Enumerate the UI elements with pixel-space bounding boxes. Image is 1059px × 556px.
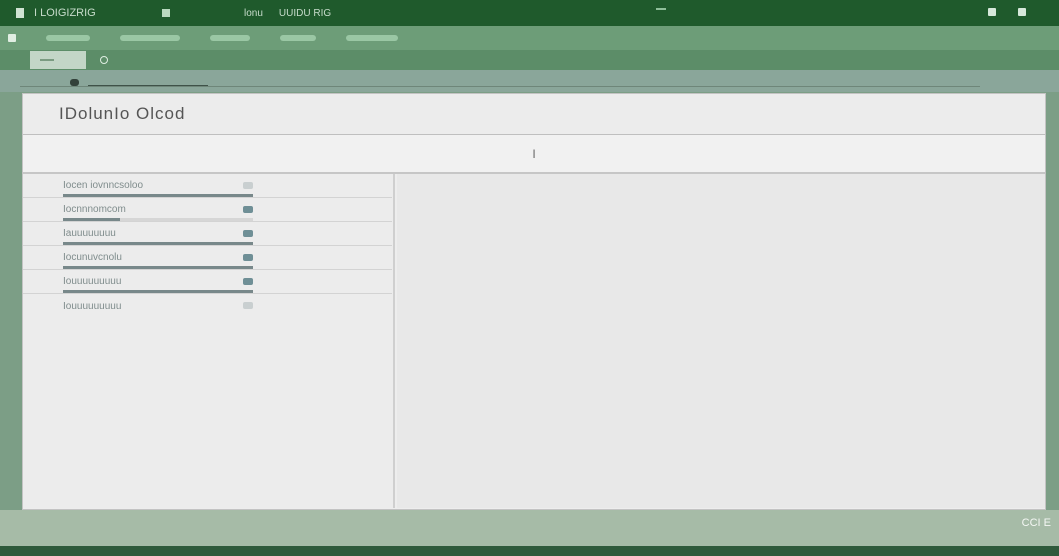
separator-icon	[656, 8, 666, 10]
list-item-label: Iauuuuuuuu	[63, 228, 116, 239]
sub-header-text: I	[532, 146, 536, 161]
toolbar-button[interactable]	[120, 35, 180, 41]
app-menu-icon[interactable]	[162, 9, 170, 17]
menu-item[interactable]: UUIDU RIG	[279, 8, 331, 19]
status-bar: CCI E	[0, 510, 1059, 546]
list-item-label: Iocen iovnncsoloo	[63, 180, 144, 191]
progress-bar	[63, 290, 253, 293]
divider	[20, 86, 980, 87]
app-name: I LOIGIZRIG	[34, 7, 96, 19]
status-icon	[243, 230, 253, 237]
app-icon	[16, 8, 24, 18]
status-icon	[243, 254, 253, 261]
progress-fill	[63, 266, 253, 269]
progress-bar	[63, 266, 253, 269]
tab-strip	[0, 50, 1059, 70]
title-bar: I LOIGIZRIG lonu UUIDU RIG	[0, 0, 1059, 26]
toolbar-button[interactable]	[210, 35, 250, 41]
list-item[interactable]: Iocunuvcnolu	[23, 246, 392, 270]
list-item[interactable]: Iocnnnomcom	[23, 198, 392, 222]
window-body: Iocen iovnncsoloo Iocnnnomcom Iauuuuuuuu Io…	[23, 174, 1045, 508]
taskbar	[0, 546, 1059, 556]
status-text: CCI E	[1021, 517, 1051, 529]
breadcrumb-path	[88, 85, 208, 86]
list-item-label: Iouuuuuuuuu	[63, 276, 122, 287]
menu-item[interactable]: lonu	[244, 8, 263, 19]
toolbar-button[interactable]	[346, 35, 398, 41]
list-item-label: Iocunuvcnolu	[63, 252, 122, 263]
list-item[interactable]: Iauuuuuuuu	[23, 222, 392, 246]
progress-bar	[63, 194, 253, 197]
window-header: IDolunIo Olcod	[23, 94, 1045, 135]
toolbar-button[interactable]	[46, 35, 90, 41]
list-item[interactable]: Iocen iovnncsoloo	[23, 174, 392, 198]
list-item-label: Iouuuuuuuuu	[63, 300, 122, 312]
tab-label	[40, 59, 54, 61]
sub-header: I	[23, 135, 1045, 174]
progress-fill	[63, 194, 253, 197]
breadcrumb	[0, 70, 1059, 92]
main-window: IDolunIo Olcod I Iocen iovnncsoloo Iocnnn…	[22, 93, 1046, 510]
progress-bar	[63, 242, 253, 245]
progress-fill	[63, 218, 120, 221]
back-icon[interactable]	[8, 34, 16, 42]
list-item-label: Iocnnnomcom	[63, 204, 126, 215]
status-icon	[243, 302, 253, 309]
list-item[interactable]: Iouuuuuuuuu	[23, 294, 392, 318]
content-panel	[397, 174, 1045, 508]
status-icon	[243, 182, 253, 189]
close-icon[interactable]	[1018, 8, 1026, 16]
progress-fill	[63, 242, 253, 245]
progress-fill	[63, 290, 253, 293]
list-item[interactable]: Iouuuuuuuuu	[23, 270, 392, 294]
menu-bar: lonu UUIDU RIG	[244, 8, 331, 19]
toolbar-button[interactable]	[280, 35, 316, 41]
home-icon[interactable]	[70, 79, 79, 86]
status-icon	[243, 278, 253, 285]
new-tab-icon[interactable]	[100, 56, 108, 64]
minimize-icon[interactable]	[988, 8, 996, 16]
progress-bar	[63, 218, 253, 221]
sidebar: Iocen iovnncsoloo Iocnnnomcom Iauuuuuuuu Io…	[23, 174, 395, 508]
tab-active[interactable]	[30, 51, 86, 69]
toolbar	[0, 26, 1059, 74]
page-title: IDolunIo Olcod	[59, 104, 186, 123]
status-icon	[243, 206, 253, 213]
